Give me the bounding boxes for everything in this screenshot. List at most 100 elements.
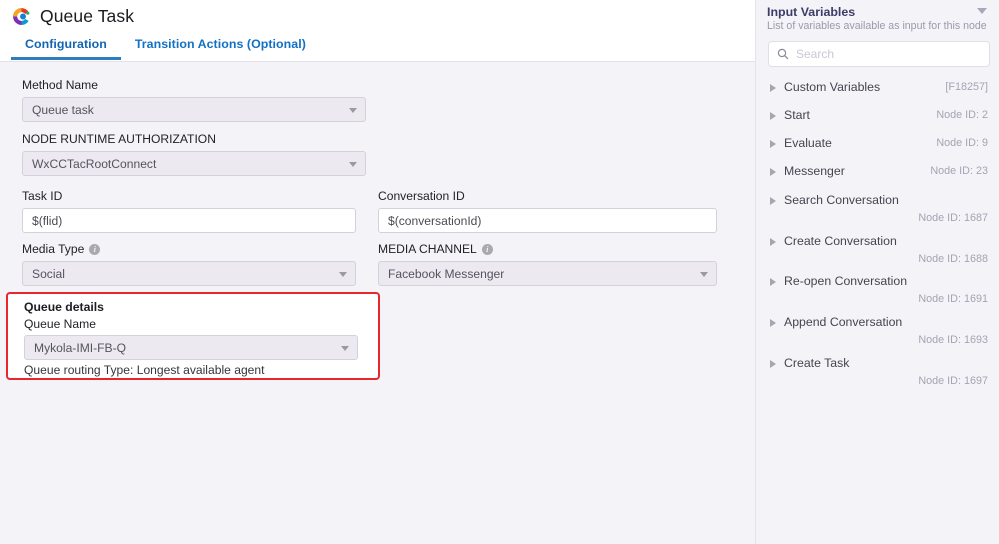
chevron-right-icon[interactable] — [770, 278, 776, 286]
chevron-right-icon[interactable] — [770, 112, 776, 120]
sidebar-item-messenger[interactable]: Messenger Node ID: 23 — [756, 163, 999, 183]
list-item: Search Conversation Node ID: 1687 — [756, 192, 999, 224]
queue-task-configuration-screen: Queue Task Configuration Transition Acti… — [0, 0, 999, 544]
cisco-webex-logo-icon — [13, 8, 30, 25]
sidebar-item-label: Create Task — [784, 356, 850, 370]
sidebar-item-node-id: Node ID: 1687 — [918, 212, 988, 224]
sidebar-item-append-conversation[interactable]: Append Conversation Node ID: 1693 — [756, 314, 999, 346]
chevron-right-icon[interactable] — [770, 197, 776, 205]
list-item: Create Conversation Node ID: 1688 — [756, 233, 999, 265]
chevron-down-icon — [700, 271, 708, 277]
method-name-select[interactable]: Queue task — [22, 97, 366, 122]
sidebar-item-custom-variables[interactable]: Custom Variables [F18257] — [756, 79, 999, 99]
sidebar-item-start[interactable]: Start Node ID: 2 — [756, 107, 999, 127]
tab-transition-actions[interactable]: Transition Actions (Optional) — [121, 37, 320, 60]
sidebar-item-node-id: Node ID: 1693 — [918, 334, 988, 346]
task-id-label: Task ID — [22, 189, 63, 203]
media-type-value: Social — [32, 266, 65, 281]
media-type-select[interactable]: Social — [22, 261, 356, 286]
main-config-panel: Queue Task Configuration Transition Acti… — [0, 0, 755, 544]
list-item: Custom Variables [F18257] — [756, 79, 999, 99]
sidebar-item-create-task[interactable]: Create Task Node ID: 1697 — [756, 355, 999, 387]
search-icon — [777, 48, 789, 60]
media-channel-label: MEDIA CHANNEL i — [378, 242, 717, 256]
media-channel-label-text: MEDIA CHANNEL — [378, 242, 477, 256]
chevron-down-icon — [349, 107, 357, 113]
queue-name-label: Queue Name — [24, 317, 96, 331]
queue-details-heading: Queue details — [24, 300, 104, 314]
panel-header: Queue Task Configuration Transition Acti… — [0, 0, 755, 62]
chevron-right-icon[interactable] — [770, 360, 776, 368]
sidebar-item-node-id: Node ID: 2 — [936, 109, 988, 121]
sidebar-item-node-id: Node ID: 9 — [936, 137, 988, 149]
media-channel-select[interactable]: Facebook Messenger — [378, 261, 717, 286]
chevron-right-icon[interactable] — [770, 319, 776, 327]
list-item: Append Conversation Node ID: 1693 — [756, 314, 999, 346]
method-name-label: Method Name — [22, 78, 98, 92]
sidebar-item-label: Start — [784, 108, 810, 122]
title-row: Queue Task — [12, 6, 134, 27]
media-channel-value: Facebook Messenger — [388, 266, 505, 281]
info-icon[interactable]: i — [481, 243, 493, 255]
node-runtime-authorization-value: WxCCTacRootConnect — [32, 156, 157, 171]
sidebar-item-label: Search Conversation — [784, 193, 899, 207]
sidebar-item-label: Evaluate — [784, 136, 832, 150]
search-input[interactable]: Search — [768, 41, 990, 67]
sidebar-item-node-id: Node ID: 1688 — [918, 253, 988, 265]
sidebar-item-label: Append Conversation — [784, 315, 903, 329]
list-item: Start Node ID: 2 — [756, 107, 999, 127]
task-id-input[interactable]: $(flid) — [22, 208, 356, 233]
sidebar-item-evaluate[interactable]: Evaluate Node ID: 9 — [756, 135, 999, 155]
sidebar-item-search-conversation[interactable]: Search Conversation Node ID: 1687 — [756, 192, 999, 224]
chevron-down-icon — [339, 271, 347, 277]
node-runtime-authorization-select[interactable]: WxCCTacRootConnect — [22, 151, 366, 176]
conversation-id-input[interactable]: $(conversationId) — [378, 208, 717, 233]
sidebar-item-create-conversation[interactable]: Create Conversation Node ID: 1688 — [756, 233, 999, 265]
field-node-runtime-authorization: NODE RUNTIME AUTHORIZATION WxCCTacRootCo… — [22, 132, 366, 176]
field-media-type: Media Type i Social — [22, 242, 356, 286]
sidebar-item-node-id: Node ID: 1697 — [918, 375, 988, 387]
search-placeholder: Search — [796, 47, 835, 61]
field-media-channel: MEDIA CHANNEL i Facebook Messenger — [378, 242, 717, 286]
page-title: Queue Task — [40, 6, 135, 26]
task-id-value: $(flid) — [32, 213, 63, 228]
sidebar-item-label: Custom Variables — [784, 80, 881, 94]
sidebar-item-label: Re-open Conversation — [784, 274, 908, 288]
media-type-label-text: Media Type — [22, 242, 85, 256]
tab-bar: Configuration Transition Actions (Option… — [11, 37, 320, 60]
chevron-right-icon[interactable] — [770, 238, 776, 246]
chevron-right-icon[interactable] — [770, 168, 776, 176]
chevron-right-icon[interactable] — [770, 84, 776, 92]
sidebar-item-node-id: Node ID: 1691 — [918, 293, 988, 305]
chevron-right-icon[interactable] — [770, 140, 776, 148]
tab-configuration[interactable]: Configuration — [11, 37, 121, 60]
list-item: Messenger Node ID: 23 — [756, 163, 999, 183]
media-type-label: Media Type i — [22, 242, 356, 256]
input-variables-sidebar: Input Variables List of variables availa… — [755, 0, 999, 544]
sidebar-item-re-open-conversation[interactable]: Re-open Conversation Node ID: 1691 — [756, 273, 999, 305]
info-icon[interactable]: i — [89, 243, 101, 255]
sidebar-item-node-id: Node ID: 23 — [930, 165, 988, 177]
sidebar-item-label: Messenger — [784, 164, 845, 178]
chevron-down-icon — [349, 161, 357, 167]
list-item: Re-open Conversation Node ID: 1691 — [756, 273, 999, 305]
chevron-down-icon[interactable] — [977, 8, 987, 14]
queue-routing-type-text: Queue routing Type: Longest available ag… — [24, 363, 265, 377]
chevron-down-icon — [341, 345, 349, 351]
sidebar-item-node-id: [F18257] — [945, 81, 988, 93]
queue-details-panel: Queue details Queue Name Mykola-IMI-FB-Q… — [6, 292, 380, 380]
method-name-value: Queue task — [32, 102, 94, 117]
queue-name-select[interactable]: Mykola-IMI-FB-Q — [24, 335, 358, 360]
sidebar-subtitle: List of variables available as input for… — [767, 20, 987, 32]
field-method-name: Method Name Queue task — [22, 78, 366, 122]
conversation-id-label: Conversation ID — [378, 189, 465, 203]
node-runtime-authorization-label: NODE RUNTIME AUTHORIZATION — [22, 132, 216, 146]
conversation-id-value: $(conversationId) — [388, 213, 482, 228]
queue-name-field: Mykola-IMI-FB-Q — [24, 335, 358, 360]
field-task-id: Task ID $(flid) — [22, 189, 356, 233]
list-item: Evaluate Node ID: 9 — [756, 135, 999, 155]
field-conversation-id: Conversation ID $(conversationId) — [378, 189, 717, 233]
sidebar-item-label: Create Conversation — [784, 234, 897, 248]
sidebar-title: Input Variables — [767, 5, 856, 19]
queue-name-value: Mykola-IMI-FB-Q — [34, 340, 127, 355]
